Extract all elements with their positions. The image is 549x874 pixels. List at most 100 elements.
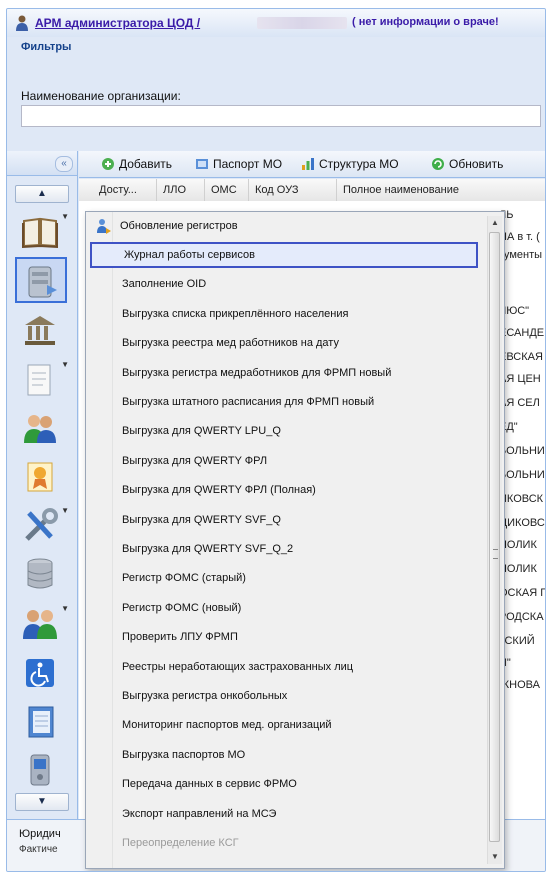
nav-documents[interactable]: ▼ xyxy=(15,357,69,403)
staff-icon xyxy=(23,610,57,639)
menu-item[interactable]: Выгрузка списка прикреплённого населения xyxy=(90,301,478,327)
structure-mo-button[interactable]: Структура МО xyxy=(301,156,399,172)
scrollbar-thumb[interactable] xyxy=(489,232,500,842)
grid-cell: БОЛЬНИ xyxy=(499,469,545,481)
grid-cell: ЖНОВА xyxy=(499,679,540,691)
blurred-user-name xyxy=(257,17,347,29)
refresh-icon xyxy=(432,158,444,170)
collapse-tab: « xyxy=(7,151,77,176)
nav-book[interactable]: ▼ xyxy=(15,209,69,255)
col-ouz-code[interactable]: Код ОУЗ xyxy=(249,179,337,201)
nav-staff[interactable]: ▼ xyxy=(15,601,69,647)
actual-address-label: Фактиче xyxy=(19,844,58,855)
nav-journal[interactable] xyxy=(15,699,67,745)
menu-item[interactable]: Выгрузка для QWERTY SVF_Q_2 xyxy=(90,536,478,562)
menu-item[interactable]: Регистр ФОМС (старый) xyxy=(90,565,478,591)
menu-item[interactable]: Выгрузка реестра мед работников на дату xyxy=(90,330,478,356)
nav-database-export[interactable] xyxy=(15,257,67,303)
menu-item[interactable]: Выгрузка для QWERTY ФРЛ (Полная) xyxy=(90,477,478,503)
legal-address-label: Юридич xyxy=(19,828,61,840)
menu-item[interactable]: Заполнение OID xyxy=(90,271,478,297)
structure-icon xyxy=(302,158,314,170)
scroll-up-icon[interactable]: ▲ xyxy=(488,216,502,230)
menu-item[interactable]: Проверить ЛПУ ФРМП xyxy=(90,624,478,650)
nav-device[interactable] xyxy=(15,747,67,793)
wheelchair-icon xyxy=(26,659,54,687)
toolbar: Добавить Паспорт МО Структура МО Обновит… xyxy=(79,151,545,178)
device-icon xyxy=(30,754,50,786)
menu-item: Переопределение КСГ xyxy=(122,837,239,849)
grid-cell: ЕВСКАЯ xyxy=(499,351,543,363)
menu-item-update-registers[interactable]: Обновление регистров xyxy=(92,215,472,237)
filters-panel: Фильтры Наименование организации: xyxy=(7,37,545,143)
nav-certificate[interactable] xyxy=(15,453,67,499)
menu-item[interactable]: Выгрузка для QWERTY ФРЛ xyxy=(90,448,478,474)
add-button[interactable]: Добавить xyxy=(101,156,172,172)
org-name-input[interactable] xyxy=(21,105,541,127)
users-icon xyxy=(24,415,56,443)
refresh-button[interactable]: Обновить xyxy=(431,156,503,172)
database-export-icon xyxy=(28,266,57,298)
col-llo[interactable]: ЛЛО xyxy=(157,179,205,201)
grid-cell: ОСКАЯ Г xyxy=(499,587,546,599)
menu-item[interactable]: Мониторинг паспортов мед. организаций xyxy=(90,712,478,738)
col-oms[interactable]: ОМС xyxy=(205,179,249,201)
grid-cell: АЯ СЕЛ xyxy=(499,397,540,409)
menu-item[interactable]: Регистр ФОМС (новый) xyxy=(90,595,478,621)
menu-item[interactable]: Передача данных в сервис ФРМО xyxy=(90,771,478,797)
nav-database[interactable] xyxy=(15,551,67,597)
col-full-name[interactable]: Полное наименование xyxy=(337,179,545,201)
menu-item[interactable]: Выгрузка для QWERTY SVF_Q xyxy=(90,507,478,533)
menu-item[interactable]: Выгрузка штатного расписания для ФРМП но… xyxy=(90,389,478,415)
grid-cell: НА в т. ( xyxy=(499,231,540,243)
grid-cell: ЦИКОВСН xyxy=(499,517,545,529)
grid-cell: РОДСКА xyxy=(499,611,544,623)
menu-item[interactable]: Реестры неработающих застрахованных лиц xyxy=(90,654,478,680)
grid-cell: кументы xyxy=(499,249,543,261)
collapse-icon[interactable]: « xyxy=(55,156,73,172)
passport-mo-button[interactable]: Паспорт МО xyxy=(195,156,282,172)
nav-tools[interactable]: ▼ xyxy=(15,503,69,549)
user-icon xyxy=(16,15,28,31)
grid-header: Досту... ЛЛО ОМС Код ОУЗ Полное наименов… xyxy=(79,179,545,202)
dropdown-arrow-icon: ▼ xyxy=(61,506,69,515)
grid-cell: ЕСАНДЕ xyxy=(499,327,545,339)
nav-users[interactable] xyxy=(15,405,67,451)
col-access[interactable]: Досту... xyxy=(93,179,157,201)
book-icon xyxy=(22,217,58,249)
nav-scroll-up-button[interactable]: ▲ xyxy=(15,185,69,203)
passport-icon xyxy=(196,159,208,169)
menu-item[interactable]: Выгрузка регистра онкобольных xyxy=(90,683,478,709)
grid-cell: БОЛЬНИ xyxy=(499,445,545,457)
filters-title[interactable]: Фильтры xyxy=(21,41,71,53)
bank-icon xyxy=(25,316,55,345)
grid-cell: ИКОВСК xyxy=(499,493,544,505)
menu-item[interactable]: Экспорт направлений на МСЭ xyxy=(90,801,478,827)
title-bar: АРМ администратора ЦОД / ( нет информаци… xyxy=(7,9,545,38)
update-registers-icon xyxy=(97,219,111,234)
menu-item[interactable]: Журнал работы сервисов xyxy=(90,242,478,268)
org-name-label: Наименование организации: xyxy=(21,89,181,103)
app-title-link[interactable]: АРМ администратора ЦОД / xyxy=(35,16,200,30)
dropdown-arrow-icon: ▼ xyxy=(61,212,69,221)
app-window: АРМ администратора ЦОД / ( нет информаци… xyxy=(6,8,546,872)
nav-disability[interactable] xyxy=(15,651,67,697)
menu-item[interactable]: Выгрузка регистра медработников для ФРМП… xyxy=(90,360,478,386)
add-icon xyxy=(102,158,114,170)
database-icon xyxy=(27,558,53,589)
registers-menu: Обновление регистров Журнал работы серви… xyxy=(85,211,505,869)
nav-institution[interactable] xyxy=(15,307,67,353)
notebook-icon xyxy=(28,706,54,738)
tools-icon xyxy=(25,508,58,541)
menu-scrollbar[interactable]: ▲ ▼ xyxy=(487,216,502,864)
left-nav: « ▲ ▼ ▼ ▼ ▼ ▼ xyxy=(7,151,78,819)
nav-scroll-down-button[interactable]: ▼ xyxy=(15,793,69,811)
certificate-icon xyxy=(27,462,53,492)
dropdown-arrow-icon: ▼ xyxy=(61,604,69,613)
menu-item[interactable]: Выгрузка для QWERTY LPU_Q xyxy=(90,418,478,444)
scroll-down-icon[interactable]: ▼ xyxy=(488,850,502,864)
dropdown-arrow-icon: ▼ xyxy=(61,360,69,369)
menu-item[interactable]: Выгрузка паспортов МО xyxy=(90,742,478,768)
doctor-info: ( нет информации о враче! xyxy=(352,16,499,28)
grid-cell: АЯ ЦЕН xyxy=(499,373,541,385)
